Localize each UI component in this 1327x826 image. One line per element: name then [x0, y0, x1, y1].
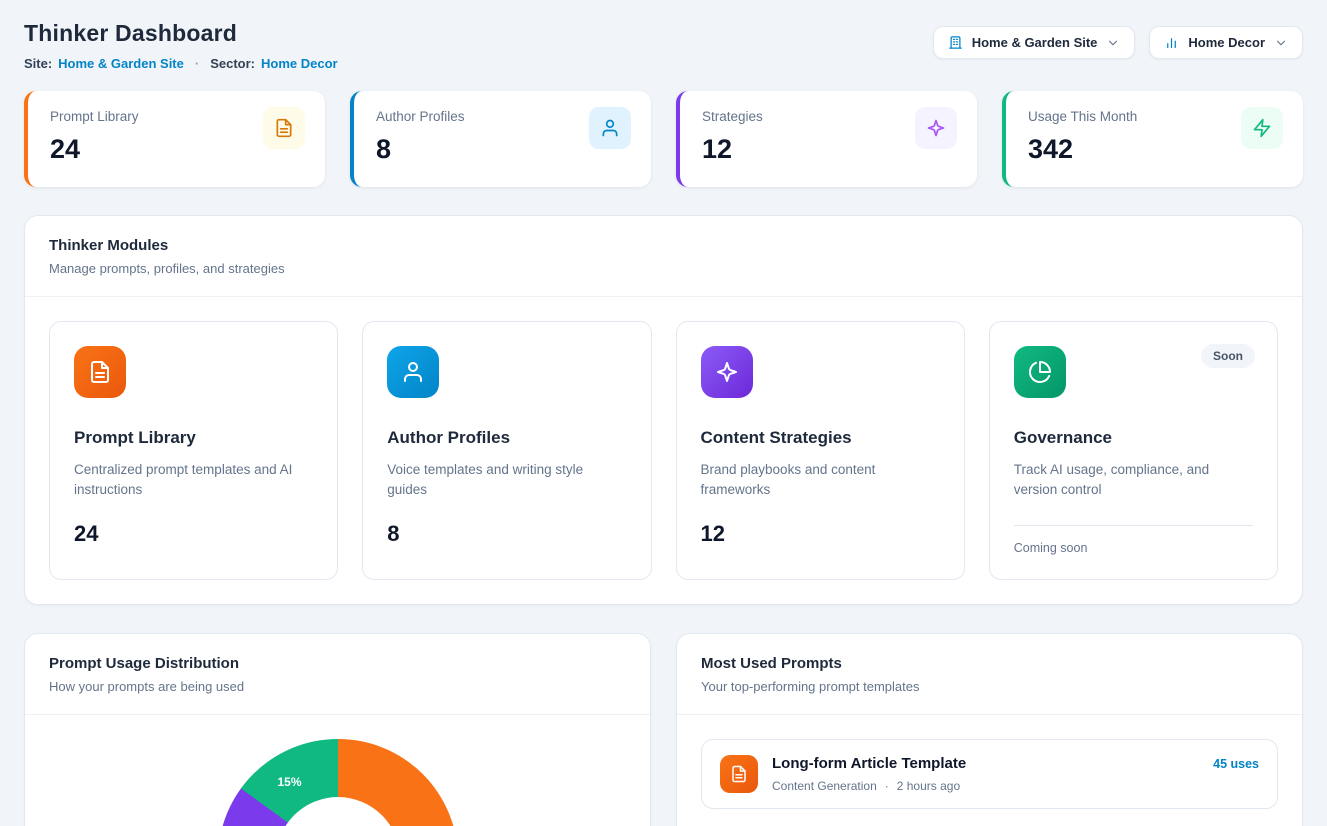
modules-grid: Prompt Library Centralized prompt templa…: [25, 297, 1302, 604]
module-description: Track AI usage, compliance, and version …: [1014, 460, 1253, 501]
donut-percent-label: 15%: [278, 775, 302, 789]
page-header: Thinker Dashboard Site: Home & Garden Si…: [24, 20, 1303, 71]
module-title: Author Profiles: [387, 428, 626, 448]
meta-separator: ·: [885, 779, 889, 793]
meta-separator: ·: [195, 56, 199, 71]
header-left: Thinker Dashboard Site: Home & Garden Si…: [24, 20, 338, 71]
module-title: Governance: [1014, 428, 1253, 448]
most-used-header: Most Used Prompts Your top-performing pr…: [677, 634, 1302, 715]
sparkle-icon: [701, 346, 753, 398]
module-count: 8: [387, 521, 626, 547]
prompt-list: Long-form Article Template Content Gener…: [677, 715, 1302, 826]
bar-chart-icon: [1164, 35, 1179, 50]
most-used-title: Most Used Prompts: [701, 655, 1278, 672]
chevron-down-icon: [1274, 36, 1288, 50]
bottom-row: Prompt Usage Distribution How your promp…: [24, 633, 1303, 826]
site-selector-dropdown[interactable]: Home & Garden Site: [933, 26, 1136, 59]
user-icon: [387, 346, 439, 398]
module-card-content-strategies[interactable]: Content Strategies Brand playbooks and c…: [676, 321, 965, 580]
module-description: Centralized prompt templates and AI inst…: [74, 460, 313, 501]
module-count: 12: [701, 521, 940, 547]
module-description: Voice templates and writing style guides: [387, 460, 626, 501]
module-title: Prompt Library: [74, 428, 313, 448]
module-card-prompt-library[interactable]: Prompt Library Centralized prompt templa…: [49, 321, 338, 580]
site-label: Site:: [24, 56, 52, 71]
zap-icon: [1241, 107, 1283, 149]
usage-donut: 15%: [218, 739, 458, 826]
file-text-icon: [74, 346, 126, 398]
module-card-governance[interactable]: Soon Governance Track AI usage, complian…: [989, 321, 1278, 580]
sparkle-icon: [915, 107, 957, 149]
usage-chart-title: Prompt Usage Distribution: [49, 655, 626, 672]
module-card-author-profiles[interactable]: Author Profiles Voice templates and writ…: [362, 321, 651, 580]
sector-selector-dropdown[interactable]: Home Decor: [1149, 26, 1303, 59]
building-icon: [948, 35, 963, 50]
sector-label: Sector:: [210, 56, 255, 71]
modules-header: Thinker Modules Manage prompts, profiles…: [25, 216, 1302, 297]
usage-chart-body: 15%: [25, 715, 650, 826]
module-title: Content Strategies: [701, 428, 940, 448]
modules-subtitle: Manage prompts, profiles, and strategies: [49, 261, 1278, 276]
prompt-time: 2 hours ago: [897, 779, 960, 793]
page-title: Thinker Dashboard: [24, 20, 338, 47]
most-used-prompts-panel: Most Used Prompts Your top-performing pr…: [676, 633, 1303, 826]
stats-row: Prompt Library 24 Author Profiles 8 Stra…: [24, 91, 1303, 187]
stat-card-strategies: Strategies 12: [676, 91, 977, 187]
stat-card-prompt-library: Prompt Library 24: [24, 91, 325, 187]
thinker-modules-panel: Thinker Modules Manage prompts, profiles…: [24, 215, 1303, 605]
prompt-category: Content Generation: [772, 779, 877, 793]
modules-title: Thinker Modules: [49, 237, 1278, 254]
module-divider: [1014, 525, 1253, 526]
sector-link[interactable]: Home Decor: [261, 56, 338, 71]
list-item[interactable]: Long-form Article Template Content Gener…: [701, 739, 1278, 809]
prompt-uses-badge: 45 uses: [1213, 755, 1259, 771]
usage-chart-subtitle: How your prompts are being used: [49, 679, 626, 694]
coming-soon-text: Coming soon: [1014, 541, 1253, 555]
chevron-down-icon: [1106, 36, 1120, 50]
header-selectors: Home & Garden Site Home Decor: [933, 26, 1303, 59]
usage-chart-header: Prompt Usage Distribution How your promp…: [25, 634, 650, 715]
stat-card-author-profiles: Author Profiles 8: [350, 91, 651, 187]
stat-card-usage: Usage This Month 342: [1002, 91, 1303, 187]
file-text-icon: [263, 107, 305, 149]
sector-selector-label: Home Decor: [1188, 35, 1265, 50]
site-link[interactable]: Home & Garden Site: [58, 56, 184, 71]
usage-distribution-panel: Prompt Usage Distribution How your promp…: [24, 633, 651, 826]
most-used-subtitle: Your top-performing prompt templates: [701, 679, 1278, 694]
prompt-title: Long-form Article Template: [772, 755, 966, 772]
breadcrumb: Site: Home & Garden Site · Sector: Home …: [24, 56, 338, 71]
file-text-icon: [720, 755, 758, 793]
dashboard-page: Thinker Dashboard Site: Home & Garden Si…: [0, 0, 1327, 826]
module-count: 24: [74, 521, 313, 547]
pie-chart-icon: [1014, 346, 1066, 398]
prompt-item-text: Long-form Article Template Content Gener…: [772, 755, 966, 793]
module-description: Brand playbooks and content frameworks: [701, 460, 940, 501]
prompt-meta: Content Generation · 2 hours ago: [772, 779, 966, 793]
donut-hole: [276, 797, 400, 826]
user-icon: [589, 107, 631, 149]
soon-badge: Soon: [1201, 344, 1255, 368]
site-selector-label: Home & Garden Site: [972, 35, 1098, 50]
